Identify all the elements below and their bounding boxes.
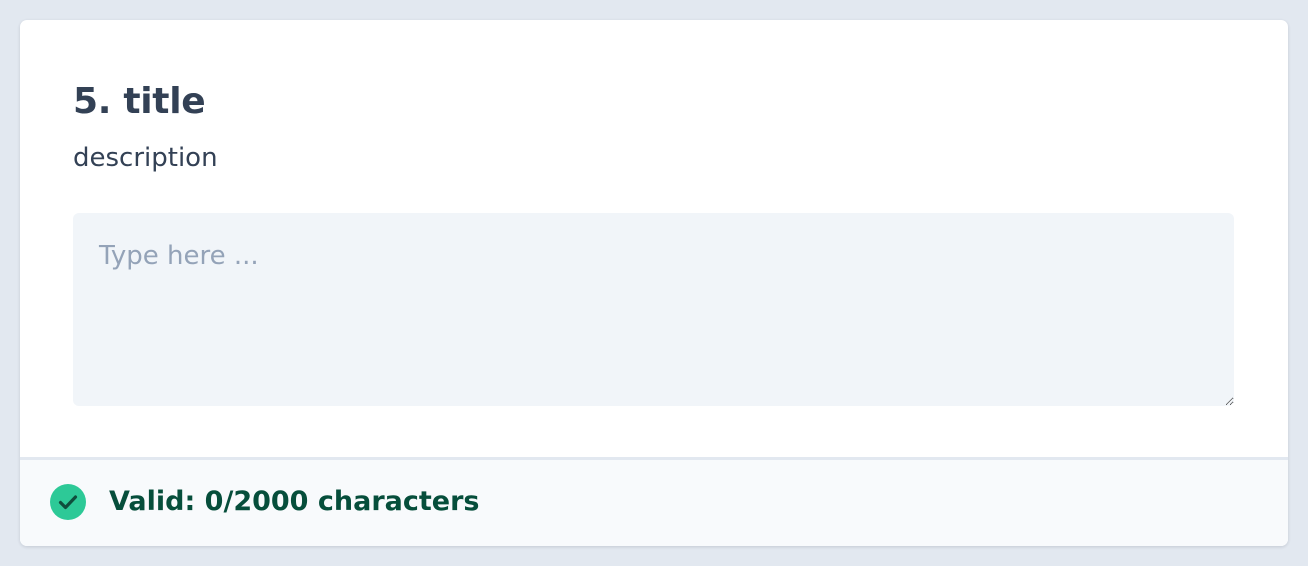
- answer-textarea[interactable]: [73, 213, 1234, 406]
- validation-footer: Valid: 0/2000 characters: [20, 457, 1288, 546]
- check-circle-icon: [50, 484, 86, 520]
- question-title: 5. title: [73, 81, 206, 122]
- validation-status-text: Valid: 0/2000 characters: [109, 486, 480, 517]
- question-description: description: [73, 143, 218, 173]
- question-card: 5. title description Valid: 0/2000 chara…: [20, 20, 1288, 546]
